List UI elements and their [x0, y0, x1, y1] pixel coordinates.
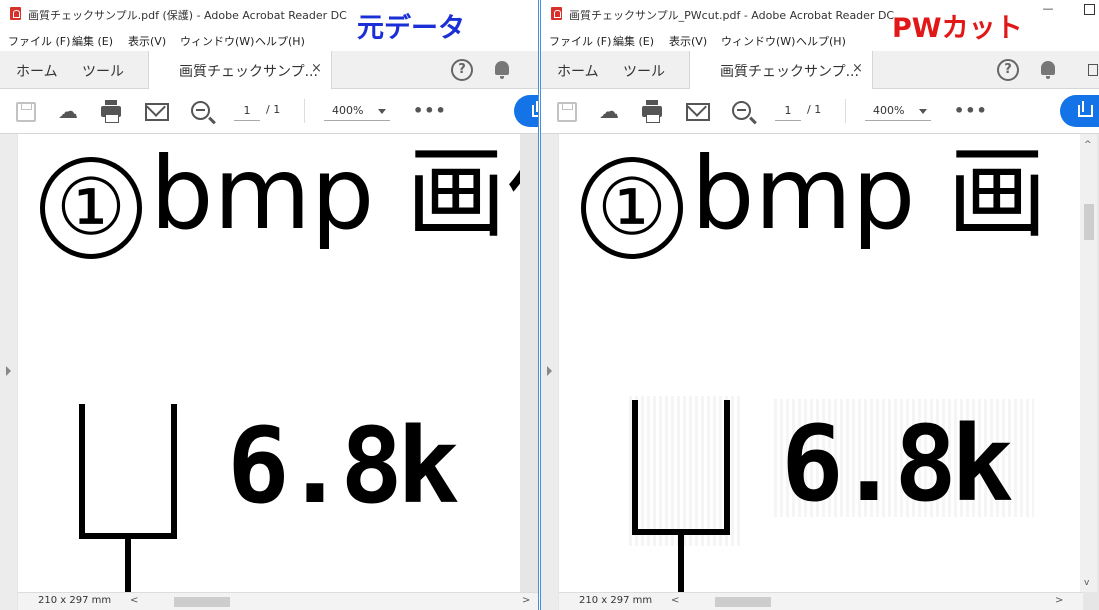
print-icon[interactable] [101, 100, 121, 123]
page-heading-text: bmp 画 [691, 135, 1048, 252]
menu-edit[interactable]: 編集 (E) [613, 33, 654, 49]
mail-icon[interactable] [686, 103, 710, 121]
zoom-select[interactable]: 400% [865, 102, 931, 121]
page-number-input[interactable]: 1 [775, 102, 801, 121]
more-tools-icon[interactable]: ••• [413, 101, 447, 120]
menu-edit[interactable]: 編集 (E) [72, 33, 113, 49]
maximize-icon[interactable] [1084, 4, 1095, 15]
left-panel-toggle[interactable] [541, 134, 558, 610]
print-icon[interactable] [642, 100, 662, 123]
menu-file[interactable]: ファイル (F) [549, 33, 611, 49]
zoom-select[interactable]: 400% [324, 102, 390, 121]
page-heading: ① bmp 画 [581, 144, 1047, 259]
chevron-right-icon [547, 366, 552, 376]
bell-icon[interactable] [495, 61, 509, 79]
page-number-input[interactable]: 1 [234, 102, 260, 121]
zoom-value: 400% [332, 104, 364, 117]
zoom-value: 400% [873, 104, 905, 117]
component-value: 6.8k [227, 405, 459, 527]
status-bar: 210 x 297 mm < > [559, 592, 1083, 610]
pdf-page: ①bmp 画像 6.8k [18, 134, 520, 593]
page-heading: ①bmp 画像 [40, 144, 520, 259]
zoom-out-icon[interactable] [732, 101, 751, 120]
help-icon[interactable]: ? [451, 59, 473, 81]
toolbar-divider [845, 99, 846, 123]
menu-view[interactable]: 表示(V) [669, 33, 707, 49]
pdf-file-icon [10, 7, 21, 20]
scroll-right-arrow[interactable]: > [522, 595, 530, 606]
scroll-left-arrow[interactable]: < [671, 595, 679, 606]
menu-window[interactable]: ウィンドウ(W) [721, 33, 795, 49]
circled-number: ① [581, 157, 683, 259]
menu-view[interactable]: 表示(V) [128, 33, 166, 49]
toolbar: ☁ 1 / 1 400% ••• [0, 89, 538, 134]
page-size: 210 x 297 mm [38, 595, 112, 606]
circled-number: ① [40, 157, 142, 259]
left-panel-toggle[interactable] [0, 134, 17, 610]
menu-help[interactable]: ヘルプ(H) [796, 33, 846, 49]
component-value: 6.8k [781, 403, 1013, 525]
help-icon[interactable]: ? [997, 59, 1019, 81]
overlay-label-pwcut: PWカット [892, 13, 1023, 44]
chevron-right-icon [6, 366, 11, 376]
menu-window[interactable]: ウィンドウ(W) [180, 33, 254, 49]
tab-home[interactable]: ホーム [16, 61, 58, 81]
zoom-out-icon[interactable] [191, 101, 210, 120]
page-total: / 1 [266, 103, 281, 116]
cloud-upload-icon[interactable]: ☁ [57, 101, 79, 121]
save-icon[interactable] [557, 102, 577, 122]
tab-home[interactable]: ホーム [557, 61, 599, 81]
mail-icon[interactable] [145, 103, 169, 121]
tab-bar: ホーム ツール 画質チェックサンプ... × ? [541, 51, 1099, 89]
tab-tools[interactable]: ツール [82, 61, 124, 81]
status-bar: 210 x 297 mm < > [18, 592, 538, 610]
document-tab-label: 画質チェックサンプ... [179, 64, 318, 80]
panel-icon[interactable] [1088, 64, 1098, 76]
minimize-icon[interactable]: — [1041, 2, 1055, 18]
chevron-down-icon [919, 109, 927, 114]
close-tab-icon[interactable]: × [311, 61, 322, 76]
chevron-down-icon [378, 109, 386, 114]
left-acrobat-window: 画質チェックサンプル.pdf (保護) - Adobe Acrobat Read… [0, 0, 539, 610]
page-size: 210 x 297 mm [579, 595, 653, 606]
page-total: / 1 [807, 103, 822, 116]
close-tab-icon[interactable]: × [852, 61, 863, 76]
scroll-left-arrow[interactable]: < [130, 595, 138, 606]
overlay-label-original: 元データ [357, 13, 465, 44]
share-icon[interactable] [514, 95, 538, 127]
menu-file[interactable]: ファイル (F) [8, 33, 70, 49]
bell-icon[interactable] [1041, 61, 1055, 79]
share-icon[interactable] [1060, 95, 1099, 127]
tab-bar: ホーム ツール 画質チェックサンプ... × ? [0, 51, 538, 89]
window-title: 画質チェックサンプル.pdf (保護) - Adobe Acrobat Read… [28, 9, 347, 22]
tab-tools[interactable]: ツール [623, 61, 665, 81]
scroll-right-arrow[interactable]: > [1055, 595, 1063, 606]
tab-document[interactable]: 画質チェックサンプ... × [148, 51, 332, 89]
menu-help[interactable]: ヘルプ(H) [255, 33, 305, 49]
horizontal-scroll-thumb[interactable] [715, 597, 771, 607]
scroll-up-arrow[interactable]: ^ [1084, 140, 1092, 150]
cloud-upload-icon[interactable]: ☁ [598, 101, 620, 121]
right-acrobat-window: 画質チェックサンプル_PWcut.pdf - Adobe Acrobat Rea… [540, 0, 1099, 610]
save-icon[interactable] [16, 102, 36, 122]
vertical-scroll-thumb[interactable] [1084, 204, 1094, 240]
more-tools-icon[interactable]: ••• [954, 101, 988, 120]
window-title: 画質チェックサンプル_PWcut.pdf - Adobe Acrobat Rea… [569, 9, 895, 22]
document-area: ① bmp 画 6.8k 210 x 297 mm < > [541, 134, 1099, 610]
document-area: ①bmp 画像 6.8k 210 x 297 mm < > [0, 134, 538, 610]
document-tab-label: 画質チェックサンプ... [720, 64, 859, 80]
pdf-page: ① bmp 画 6.8k [559, 134, 1081, 593]
vertical-scrollbar[interactable]: ^ v [1080, 134, 1097, 592]
toolbar-divider [304, 99, 305, 123]
scroll-down-arrow[interactable]: v [1084, 578, 1089, 588]
pdf-file-icon [551, 7, 562, 20]
horizontal-scroll-thumb[interactable] [174, 597, 230, 607]
tab-document[interactable]: 画質チェックサンプ... × [689, 51, 873, 89]
toolbar: ☁ 1 / 1 400% ••• [541, 89, 1099, 134]
page-heading-text: bmp 画像 [150, 135, 520, 252]
